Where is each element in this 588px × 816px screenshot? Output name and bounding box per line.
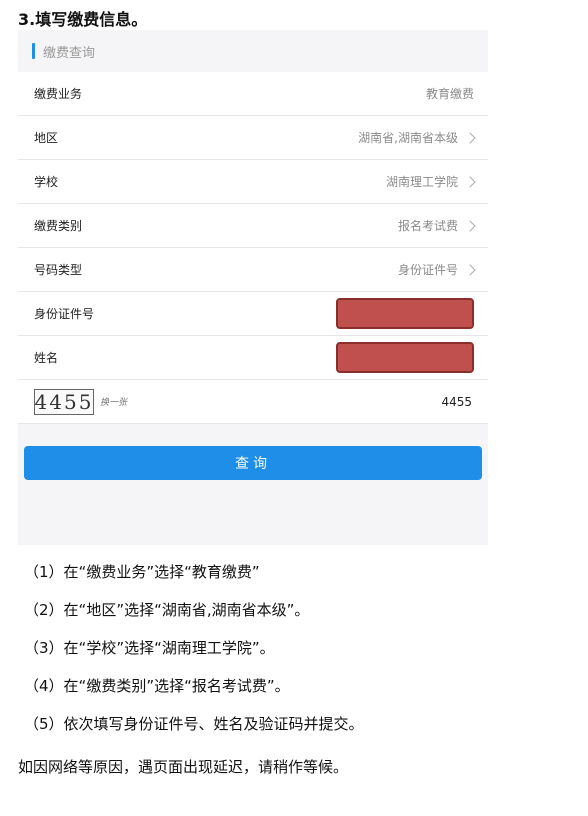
query-button[interactable]: 查询	[24, 446, 482, 480]
row-label: 缴费业务	[34, 87, 83, 101]
row-label: 姓名	[34, 351, 59, 365]
accent-bar	[32, 43, 35, 59]
row-value: 湖南理工学院	[386, 173, 476, 190]
id-number-row: 身份证件号	[18, 292, 488, 336]
panel-header: 缴费查询	[18, 30, 488, 72]
row-label: 缴费类别	[34, 219, 83, 233]
chevron-right-icon	[464, 219, 476, 232]
section-heading: 3.填写缴费信息。	[18, 10, 148, 29]
row-label: 学校	[34, 175, 59, 189]
row-label: 号码类型	[34, 263, 83, 277]
payment-query-panel: 缴费查询 缴费业务 教育缴费 地区 湖南省,湖南省本级 学校 湖南理工学院 缴费…	[18, 30, 488, 545]
captcha-row: 4455 换一张 4455	[18, 380, 488, 424]
step-item: （1）在“缴费业务”选择“教育缴费”	[24, 563, 260, 581]
captcha-input[interactable]: 4455	[441, 395, 472, 409]
step-item: （3）在“学校”选择“湖南理工学院”。	[24, 639, 275, 657]
chevron-right-icon	[464, 131, 476, 144]
panel-title: 缴费查询	[43, 45, 96, 61]
captcha-refresh-link[interactable]: 换一张	[100, 395, 127, 408]
chevron-right-icon	[464, 175, 476, 188]
row-value: 湖南省,湖南省本级	[358, 129, 476, 146]
captcha-image[interactable]: 4455	[34, 388, 94, 415]
row-label: 地区	[34, 131, 59, 145]
step-item: （5）依次填写身份证件号、姓名及验证码并提交。	[24, 715, 364, 733]
payment-business-row[interactable]: 缴费业务 教育缴费	[18, 72, 488, 116]
row-label: 身份证件号	[34, 307, 95, 321]
school-row[interactable]: 学校 湖南理工学院	[18, 160, 488, 204]
id-number-input-redacted[interactable]	[336, 298, 474, 329]
delay-note: 如因网络等原因，遇页面出现延迟，请稍作等候。	[18, 758, 349, 776]
name-row: 姓名	[18, 336, 488, 380]
payment-form: 缴费业务 教育缴费 地区 湖南省,湖南省本级 学校 湖南理工学院 缴费类别 报名…	[18, 72, 488, 424]
row-value: 教育缴费	[425, 87, 474, 101]
captcha-left: 4455 换一张	[34, 388, 127, 415]
chevron-right-icon	[464, 263, 476, 276]
payment-category-row[interactable]: 缴费类别 报名考试费	[18, 204, 488, 248]
instruction-steps: （1）在“缴费业务”选择“教育缴费” （2）在“地区”选择“湖南省,湖南省本级”…	[24, 562, 364, 752]
step-item: （4）在“缴费类别”选择“报名考试费”。	[24, 677, 290, 695]
row-value: 身份证件号	[398, 261, 476, 278]
step-item: （2）在“地区”选择“湖南省,湖南省本级”。	[24, 601, 310, 619]
id-type-row[interactable]: 号码类型 身份证件号	[18, 248, 488, 292]
name-input-redacted[interactable]	[336, 342, 474, 373]
region-row[interactable]: 地区 湖南省,湖南省本级	[18, 116, 488, 160]
row-value: 报名考试费	[398, 217, 476, 234]
